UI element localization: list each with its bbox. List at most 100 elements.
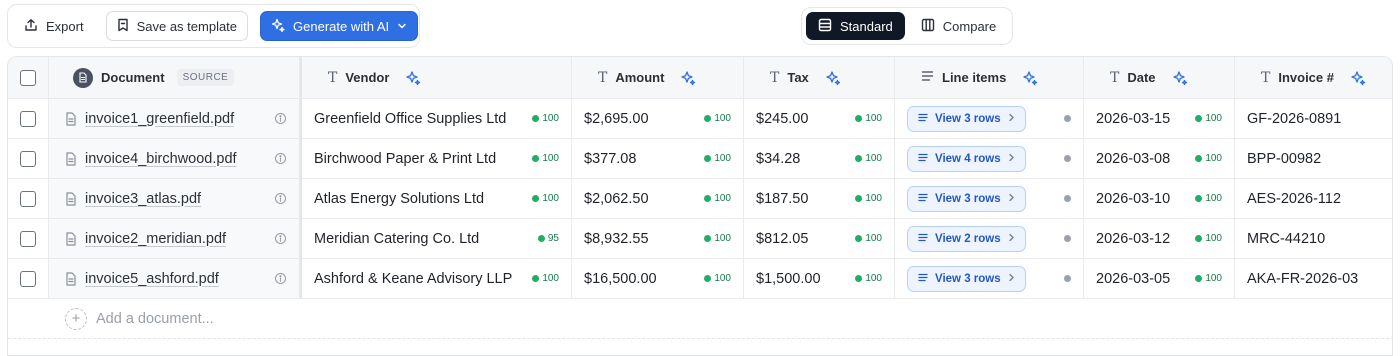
add-document-row[interactable]: + Add a document... [8,299,1392,339]
save-template-button[interactable]: Save as template [105,11,249,41]
header-document[interactable]: Document SOURCE [49,57,300,99]
sparkle-icon[interactable] [825,70,841,86]
invoice-number-cell[interactable]: GF-2026-0891 [1235,99,1392,139]
table-row[interactable]: invoice5_ashford.pdf Ashford & Keane Adv… [8,259,1392,299]
amount-cell[interactable]: $377.08 100 [572,139,744,179]
header-date[interactable]: T Date [1084,57,1235,99]
vendor-cell[interactable]: Atlas Energy Solutions Ltd 100 [300,179,572,219]
vendor-value: Meridian Catering Co. Ltd [314,230,480,247]
sparkle-icon[interactable] [680,70,696,86]
table-row[interactable]: invoice4_birchwood.pdf Birchwood Paper &… [8,139,1392,179]
status-dot [1064,195,1071,202]
row-checkbox[interactable] [20,230,36,247]
document-link[interactable]: invoice1_greenfield.pdf [85,111,234,127]
row-checkbox[interactable] [20,110,36,127]
info-icon[interactable] [274,232,287,249]
header-tax[interactable]: T Tax [744,57,895,99]
document-link[interactable]: invoice2_meridian.pdf [85,231,226,247]
status-dot [1064,115,1071,122]
header-line-items[interactable]: Line items [895,57,1084,99]
document-link[interactable]: invoice4_birchwood.pdf [85,151,237,167]
line-items-cell: View 4 rows [895,139,1084,179]
status-dot [1064,155,1071,162]
tax-cell[interactable]: $34.28 100 [744,139,895,179]
date-cell[interactable]: 2026-03-05 100 [1084,259,1235,299]
vendor-cell[interactable]: Greenfield Office Supplies Ltd 100 [300,99,572,139]
date-cell[interactable]: 2026-03-15 100 [1084,99,1235,139]
table-icon [818,18,832,35]
view-rows-button[interactable]: View 2 rows [907,225,1026,252]
confidence-dot [532,115,540,122]
sparkle-icon[interactable] [1022,70,1038,86]
view-rows-button[interactable]: View 3 rows [907,265,1026,292]
sparkle-icon[interactable] [1172,70,1188,86]
confidence-dot [532,275,540,282]
header-amount[interactable]: T Amount [572,57,744,99]
document-cell[interactable]: invoice3_atlas.pdf [49,179,300,219]
table-row[interactable]: invoice2_meridian.pdf Meridian Catering … [8,219,1392,259]
date-cell[interactable]: 2026-03-08 100 [1084,139,1235,179]
confidence-dot [704,275,712,282]
row-checkbox[interactable] [20,270,36,287]
view-toggle: Standard Compare [801,7,1013,45]
vendor-cell[interactable]: Birchwood Paper & Print Ltd 100 [300,139,572,179]
row-checkbox[interactable] [20,150,36,167]
compare-label: Compare [942,18,997,34]
date-cell[interactable]: 2026-03-12 100 [1084,219,1235,259]
view-rows-button[interactable]: View 3 rows [907,105,1026,132]
document-link[interactable]: invoice5_ashford.pdf [85,271,219,287]
list-icon [918,113,928,125]
tax-cell[interactable]: $1,500.00 100 [744,259,895,299]
line-items-cell: View 3 rows [895,259,1084,299]
vendor-value: Birchwood Paper & Print Ltd [314,150,497,167]
standard-label: Standard [840,18,893,34]
date-cell[interactable]: 2026-03-10 100 [1084,179,1235,219]
export-button[interactable]: Export [14,11,94,41]
info-icon[interactable] [274,272,287,289]
info-icon[interactable] [274,192,287,209]
invoice-number-cell[interactable]: BPP-00982 [1235,139,1392,179]
row-checkbox[interactable] [20,190,36,207]
tax-cell[interactable]: $187.50 100 [744,179,895,219]
header-invoice-number[interactable]: T Invoice # [1235,57,1392,99]
view-rows-button[interactable]: View 3 rows [907,185,1026,212]
confidence-score: 100 [865,273,882,284]
generate-ai-button[interactable]: Generate with AI [260,11,419,41]
header-vendor[interactable]: T Vendor [300,57,572,99]
tax-cell[interactable]: $812.05 100 [744,219,895,259]
status-dot [1064,235,1071,242]
view-rows-button[interactable]: View 4 rows [907,145,1026,172]
sparkle-icon[interactable] [405,70,421,86]
select-all-checkbox[interactable] [20,69,36,86]
document-link[interactable]: invoice3_atlas.pdf [85,191,201,207]
tax-value: $812.05 [756,230,809,247]
vendor-value: Atlas Energy Solutions Ltd [314,190,485,207]
document-cell[interactable]: invoice5_ashford.pdf [49,259,300,299]
document-cell[interactable]: invoice4_birchwood.pdf [49,139,300,179]
standard-view-button[interactable]: Standard [806,12,905,40]
invoice-number-cell[interactable]: AKA-FR-2026-03 [1235,259,1392,299]
info-icon[interactable] [274,152,287,169]
invoice-number-cell[interactable]: MRC-44210 [1235,219,1392,259]
amount-cell[interactable]: $2,695.00 100 [572,99,744,139]
file-icon [65,191,77,206]
amount-cell[interactable]: $8,932.55 100 [572,219,744,259]
info-icon[interactable] [274,112,287,129]
amount-cell[interactable]: $16,500.00 100 [572,259,744,299]
tax-cell[interactable]: $245.00 100 [744,99,895,139]
header-select-all [8,57,49,99]
sparkle-icon[interactable] [1350,70,1366,86]
date-column-label: Date [1127,70,1156,85]
invoice-number-cell[interactable]: AES-2026-112 [1235,179,1392,219]
date-value: 2026-03-08 [1096,150,1171,167]
confidence-badge: 100 [1195,219,1222,258]
table-row[interactable]: invoice3_atlas.pdf Atlas Energy Solution… [8,179,1392,219]
vendor-cell[interactable]: Meridian Catering Co. Ltd 95 [300,219,572,259]
amount-cell[interactable]: $2,062.50 100 [572,179,744,219]
compare-view-button[interactable]: Compare [909,12,1008,40]
document-cell[interactable]: invoice2_meridian.pdf [49,219,300,259]
row-select-cell [8,139,49,179]
vendor-cell[interactable]: Ashford & Keane Advisory LLP 100 [300,259,572,299]
document-cell[interactable]: invoice1_greenfield.pdf [49,99,300,139]
table-row[interactable]: invoice1_greenfield.pdf Greenfield Offic… [8,99,1392,139]
